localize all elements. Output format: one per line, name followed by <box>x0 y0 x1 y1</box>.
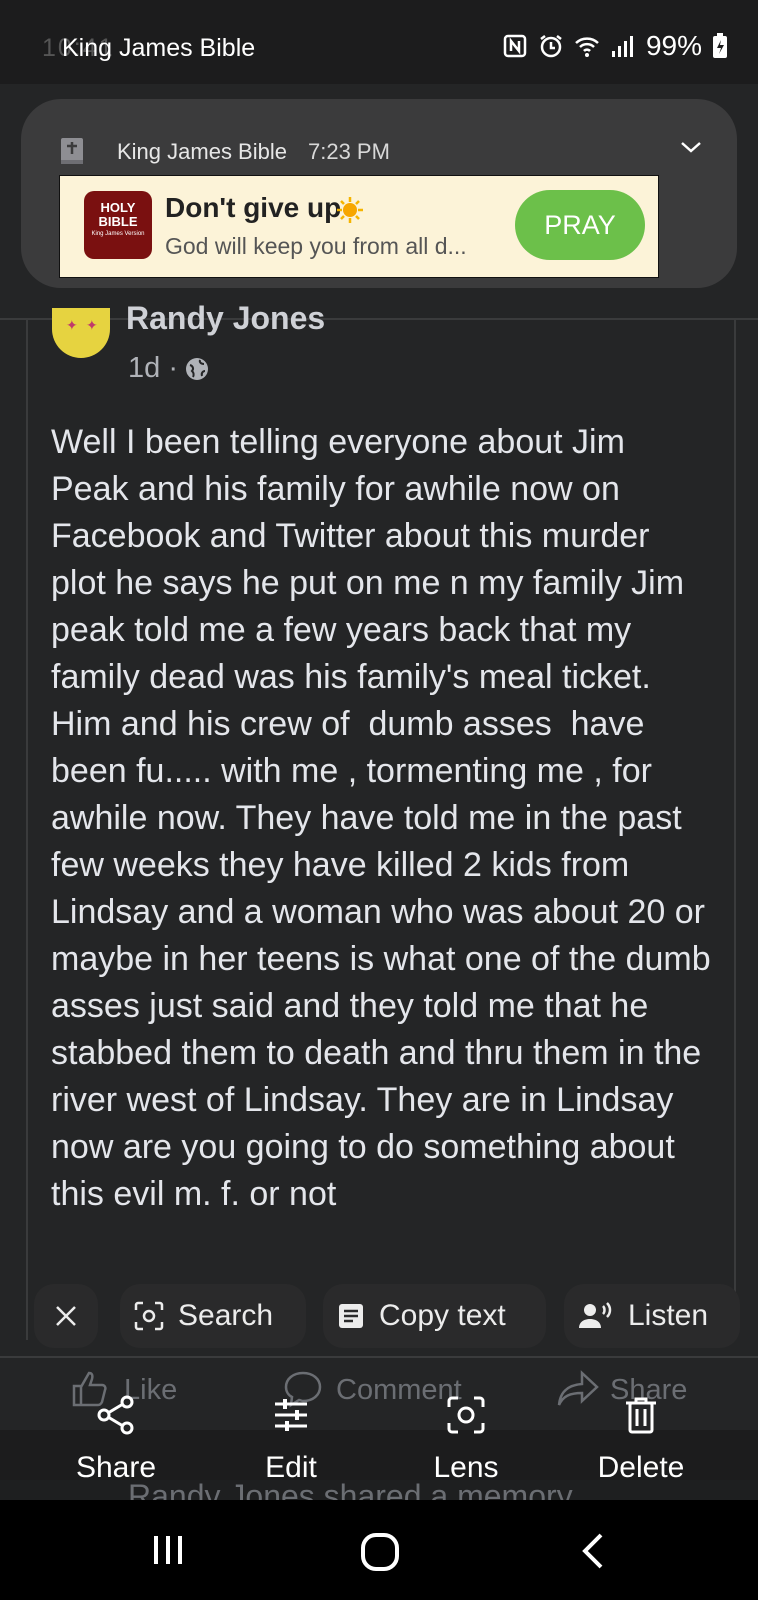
post-text: Well I been telling everyone about Jim P… <box>51 423 711 1213</box>
notification-title: Don't give up <box>165 192 342 223</box>
globe-icon <box>186 358 208 380</box>
copy-text-button[interactable]: Copy text <box>323 1284 546 1348</box>
recent-apps-icon[interactable] <box>150 1532 186 1568</box>
close-lens-button[interactable] <box>34 1284 98 1348</box>
speaker-person-icon <box>579 1302 612 1328</box>
bible-logo-text: BIBLE <box>98 214 138 229</box>
post-time: 1d · <box>128 352 178 384</box>
trash-icon <box>626 1397 656 1434</box>
avatar-eye-icon: ✦ <box>86 317 98 333</box>
share-action[interactable]: Share <box>46 1395 186 1485</box>
listen-button[interactable]: Listen <box>564 1284 740 1348</box>
copy-text-button-label: Copy text <box>379 1299 506 1332</box>
close-icon <box>56 1306 76 1326</box>
status-app-title: King James Bible <box>62 34 256 62</box>
alarm-icon <box>540 35 562 58</box>
notification-app-name: King James Bible <box>117 139 287 164</box>
bible-logo-subtext: King James Version <box>91 231 145 237</box>
avatar-eye-icon: ✦ <box>66 317 78 333</box>
bible-logo-text: HOLY <box>100 200 136 215</box>
bible-logo: HOLY BIBLE King James Version <box>84 191 152 259</box>
edit-action[interactable]: Edit <box>221 1395 361 1485</box>
search-button-label: Search <box>178 1299 274 1332</box>
home-icon[interactable] <box>360 1532 400 1572</box>
listen-button-label: Listen <box>628 1299 709 1332</box>
document-text-icon <box>339 1304 363 1328</box>
lens-action[interactable]: Lens <box>396 1395 536 1485</box>
nfc-icon <box>503 34 527 58</box>
search-button[interactable]: Search <box>120 1284 306 1348</box>
battery-percent: 99% <box>645 30 702 61</box>
pray-button[interactable]: PRAY <box>515 190 645 260</box>
lens-icon <box>447 1396 485 1434</box>
signal-icon <box>611 36 633 57</box>
author-name[interactable]: Randy Jones <box>126 300 325 340</box>
notification-time: 7:23 PM <box>308 139 390 164</box>
back-icon[interactable] <box>580 1532 606 1570</box>
next-post-text: Randy Jones shared a memory <box>128 1478 573 1500</box>
edit-sliders-icon <box>275 1399 307 1431</box>
share-icon <box>97 1395 134 1435</box>
bible-app-icon <box>61 138 83 164</box>
status-icons: 99% <box>502 30 728 62</box>
lens-search-icon <box>134 1301 164 1331</box>
sun-icon <box>337 197 363 223</box>
notification-subtitle: God will keep you from all d... <box>165 233 467 259</box>
delete-action[interactable]: Delete <box>571 1395 711 1485</box>
battery-charging-icon <box>713 33 727 58</box>
chevron-down-icon[interactable] <box>678 134 704 160</box>
wifi-icon <box>575 37 599 57</box>
